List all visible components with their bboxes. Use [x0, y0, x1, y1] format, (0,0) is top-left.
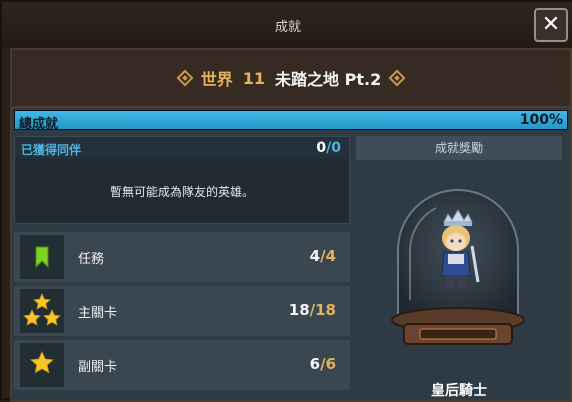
- world-banner: 世界 11 未踏之地 Pt.2: [12, 50, 570, 108]
- achievement-label: 主關卡: [78, 306, 118, 321]
- hero-name: 皇后騎士: [431, 383, 487, 399]
- companions-empty-message: 暫無可能成為隊友的英雄。: [109, 185, 254, 199]
- close-button[interactable]: ✕: [534, 8, 568, 42]
- companions-count: 0/0: [316, 140, 341, 156]
- total-achievement-progress: 總成就 100%: [14, 110, 568, 132]
- achievement-window: 成就 ✕ 世界 11 未踏之地 Pt.2 總成就 100% 已獲得同伴 0/0 …: [0, 0, 572, 402]
- achievement-total: 6: [325, 355, 336, 373]
- progress-fill: [15, 111, 567, 129]
- hero-display-dome[interactable]: [386, 180, 530, 358]
- achievement-list-panel: 已獲得同伴 0/0 暫無可能成為隊友的英雄。 任務 4/4 主關卡 18/18 …: [14, 136, 350, 402]
- companions-header: 已獲得同伴 0/0: [15, 137, 349, 159]
- achievement-current: 4: [309, 247, 321, 265]
- achievement-value: 4/4: [309, 247, 336, 265]
- achievement-current: 18: [288, 301, 310, 319]
- diamond-ornament-icon: [388, 69, 406, 87]
- diamond-ornament-icon: [176, 69, 194, 87]
- world-name: 未踏之地 Pt.2: [275, 70, 382, 89]
- achievement-reward-panel: 成就獎勵 皇后騎士: [356, 136, 562, 402]
- achievement-current: 6: [309, 355, 321, 373]
- progress-label: 總成就: [19, 117, 59, 132]
- companions-section: 已獲得同伴 0/0 暫無可能成為隊友的英雄。: [14, 136, 350, 224]
- bookmark-icon: [20, 235, 64, 279]
- companions-label: 已獲得同伴: [21, 143, 82, 157]
- achievement-value: 6/6: [309, 355, 336, 373]
- companions-total: 0: [331, 140, 341, 156]
- close-icon: ✕: [541, 12, 561, 37]
- companions-current: 0: [316, 140, 327, 156]
- achievement-label: 任務: [78, 252, 105, 267]
- achievement-value: 18/18: [288, 301, 336, 319]
- achievement-row-main-stages[interactable]: 主關卡 18/18: [14, 286, 350, 336]
- achievement-total: 18: [315, 301, 336, 319]
- three-stars-icon: [20, 289, 64, 333]
- achievement-label: 副關卡: [78, 360, 118, 375]
- progress-percent: 100%: [519, 112, 563, 128]
- content-panel: 世界 11 未踏之地 Pt.2 總成就 100% 已獲得同伴 0/0 暫無可能成…: [10, 48, 572, 402]
- star-icon: [20, 343, 64, 387]
- world-number: 11: [242, 68, 266, 88]
- title-bar: 成就 ✕: [2, 2, 572, 48]
- window-title: 成就: [274, 20, 301, 35]
- world-label: 世界: [200, 70, 233, 89]
- achievement-row-quests[interactable]: 任務 4/4: [14, 232, 350, 282]
- achievement-total: 4: [325, 247, 336, 265]
- achievement-row-side-stages[interactable]: 副關卡 6/6: [14, 340, 350, 390]
- reward-header: 成就獎勵: [356, 136, 562, 160]
